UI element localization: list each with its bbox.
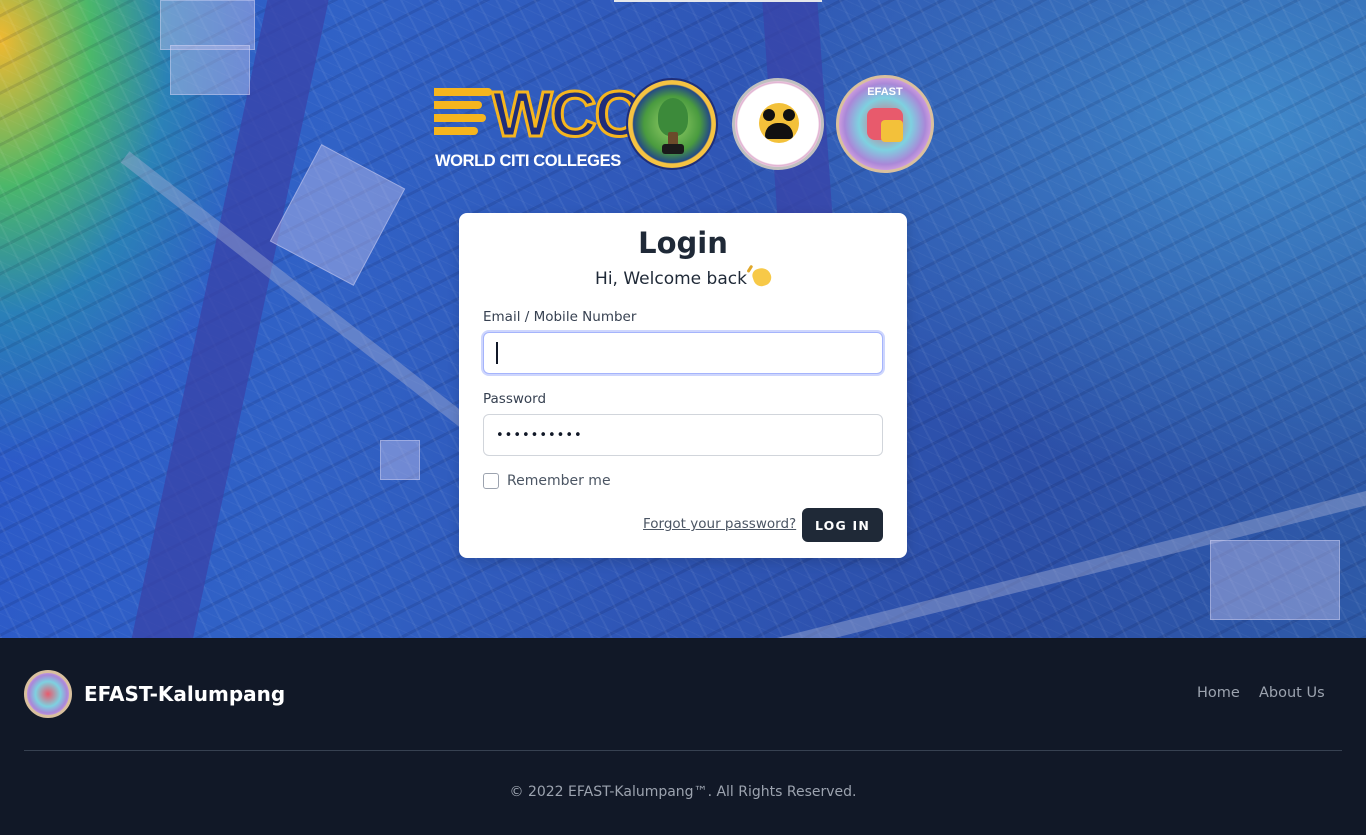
efast-kalumpang-seal-icon: EFAST (836, 75, 934, 173)
password-label: Password (483, 391, 547, 407)
community-services-seal-icon (732, 78, 824, 170)
building (170, 45, 250, 95)
building (380, 440, 420, 480)
nav-home-link[interactable]: Home (1197, 685, 1240, 701)
waving-hand-icon (750, 265, 774, 289)
wcc-stripes-icon (434, 88, 492, 140)
login-title: Login (638, 226, 728, 260)
copyright-text: © 2022 EFAST-Kalumpang™. All Rights Rese… (509, 784, 857, 800)
login-button[interactable]: LOG IN (802, 508, 883, 542)
login-subtitle: Hi, Welcome back (459, 265, 907, 289)
building (160, 0, 255, 50)
wcc-college-name: WORLD CITI COLLEGES (435, 152, 621, 170)
aerial-background: WCC WORLD CITI COLLEGES EFAST Login Hi, … (0, 0, 1366, 638)
footer: EFAST-Kalumpang Home About Us © 2022 EFA… (0, 638, 1366, 835)
nav-about-us-link[interactable]: About Us (1259, 685, 1325, 701)
barangay-seal-icon (626, 78, 718, 170)
text-caret (496, 342, 498, 364)
top-strip (614, 0, 822, 2)
efast-brand-logo-icon[interactable] (24, 670, 72, 718)
welcome-text: Hi, Welcome back (595, 269, 747, 289)
forgot-password-link[interactable]: Forgot your password? (643, 516, 796, 532)
seal-text: EFAST (867, 86, 903, 98)
email-input[interactable] (483, 332, 883, 374)
wcc-letters: WCC (491, 78, 643, 150)
building (1210, 540, 1340, 620)
email-label: Email / Mobile Number (483, 309, 637, 325)
login-card: Login Hi, Welcome back Email / Mobile Nu… (459, 213, 907, 558)
logo-row: WCC WORLD CITI COLLEGES EFAST (432, 75, 936, 176)
wcc-logo: WCC WORLD CITI COLLEGES (432, 81, 642, 172)
river (125, 0, 335, 638)
brand-name[interactable]: EFAST-Kalumpang (84, 682, 285, 706)
password-value: •••••••••• (496, 427, 583, 443)
footer-divider (24, 750, 1342, 751)
remember-label: Remember me (507, 473, 611, 489)
remember-me[interactable]: Remember me (483, 473, 611, 489)
remember-checkbox-icon[interactable] (483, 473, 499, 489)
password-input[interactable]: •••••••••• (483, 414, 883, 456)
